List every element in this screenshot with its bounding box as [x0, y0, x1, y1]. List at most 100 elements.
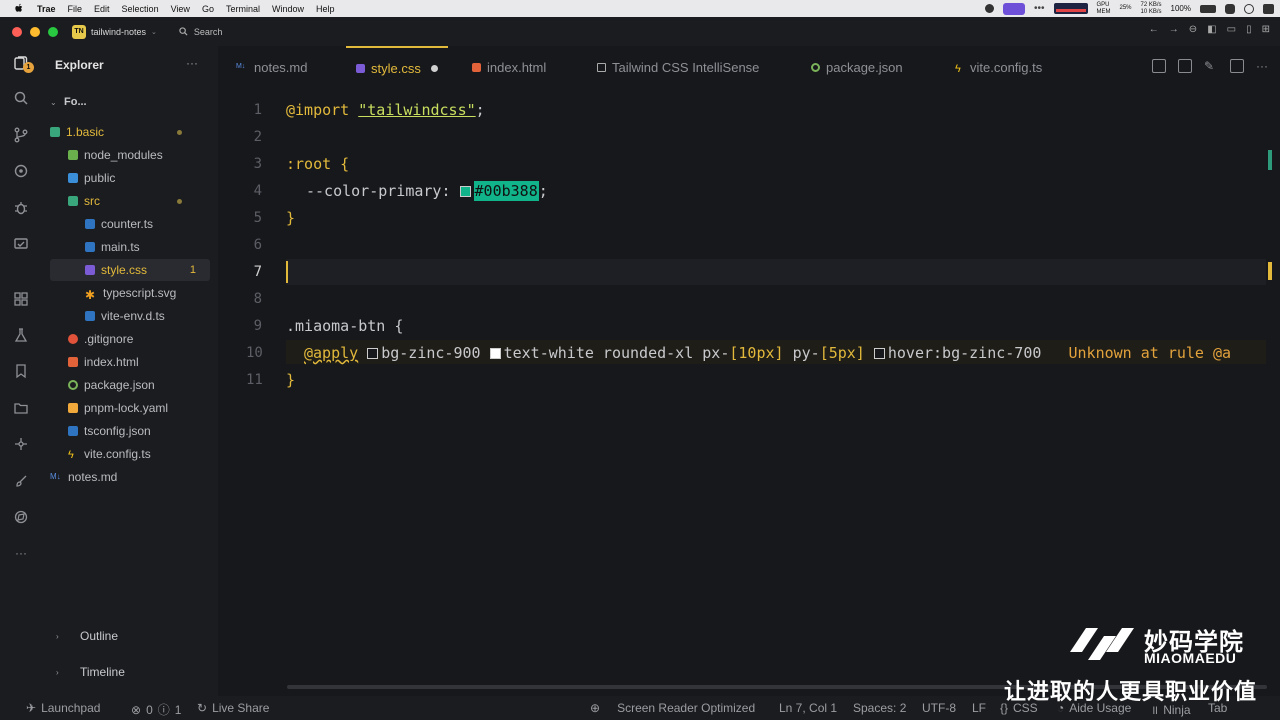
project-badge[interactable]: TN — [72, 24, 86, 39]
bookmark-icon[interactable] — [12, 362, 30, 380]
testing-icon[interactable] — [12, 235, 30, 253]
eol-setting[interactable]: LF — [972, 701, 986, 715]
color-swatch-icon[interactable] — [367, 348, 379, 359]
source-control-icon[interactable] — [12, 126, 30, 144]
menu-file[interactable]: File — [68, 4, 83, 14]
record-icon[interactable] — [984, 4, 994, 13]
command-search[interactable]: Search — [179, 26, 223, 37]
zoom-window-button[interactable] — [48, 26, 58, 37]
color-swatch-icon[interactable] — [873, 348, 885, 359]
search-spotlight-icon[interactable] — [1244, 3, 1254, 14]
tree-item-pnpm-lock[interactable]: pnpm-lock.yaml — [50, 397, 210, 419]
toggle-panel-icon[interactable]: ▭ — [1227, 24, 1236, 35]
launchpad-button[interactable]: ✈ Launchpad — [26, 701, 100, 715]
brush-icon[interactable] — [12, 472, 30, 490]
tab-package-json[interactable]: package.json — [811, 46, 903, 88]
timeline-section[interactable]: › Timeline — [56, 665, 125, 679]
ninja-mode[interactable]: ॥ Ninja — [1151, 701, 1191, 718]
indentation-setting[interactable]: Spaces: 2 — [853, 701, 906, 715]
code-editor[interactable]: 1 2 3 4 5 6 7 8 9 10 11 @import "tailwin… — [218, 88, 1280, 684]
tree-item-notes-md[interactable]: M↓ notes.md — [50, 466, 210, 488]
activity-bar: 1 ··· — [0, 46, 42, 696]
battery-icon[interactable] — [1200, 4, 1216, 13]
edit-icon[interactable]: ✎ — [1204, 59, 1218, 73]
tree-item-package-json[interactable]: package.json — [50, 374, 210, 396]
line-number: 5 — [253, 210, 262, 226]
account-icon[interactable]: ⊖ — [1189, 24, 1197, 35]
menu-window[interactable]: Window — [272, 4, 304, 14]
tree-item-src[interactable]: src — [50, 190, 210, 212]
open-preview-icon[interactable] — [1152, 59, 1166, 73]
more-dots-icon[interactable]: ••• — [1034, 3, 1045, 14]
graph-icon[interactable] — [12, 435, 30, 453]
more-icon[interactable]: ··· — [12, 544, 30, 562]
menu-view[interactable]: View — [171, 4, 190, 14]
unsaved-dot-icon[interactable] — [430, 64, 438, 72]
minimize-window-button[interactable] — [30, 26, 40, 37]
tab-style-css[interactable]: style.css — [346, 46, 448, 88]
tab-notes-md[interactable]: M↓ notes.md — [236, 46, 307, 88]
tree-item-vite-config[interactable]: ϟ vite.config.ts — [50, 443, 210, 465]
layout-icon[interactable]: ⊞ — [1262, 24, 1270, 35]
screen-reader-status[interactable]: ⊕ Screen Reader Optimized — [590, 701, 755, 715]
color-swatch-icon[interactable] — [459, 186, 471, 197]
apple-icon[interactable] — [13, 3, 25, 14]
tree-item-tsconfig[interactable]: tsconfig.json — [50, 420, 210, 442]
folder-icon[interactable] — [12, 399, 30, 417]
split-editor-icon[interactable] — [1230, 59, 1244, 73]
open-changes-icon[interactable] — [1178, 59, 1192, 73]
toggle-aux-sidebar-icon[interactable]: ▯ — [1246, 24, 1252, 35]
more-actions-icon[interactable]: ··· — [186, 56, 198, 70]
toggle-sidebar-icon[interactable]: ◧ — [1207, 24, 1216, 35]
back-arrow-icon[interactable]: ← — [1149, 24, 1159, 35]
menu-app-name[interactable]: Trae — [37, 4, 56, 14]
chevron-down-icon[interactable]: ⌄ — [151, 28, 157, 36]
outline-section[interactable]: › Outline — [56, 629, 118, 643]
menu-terminal[interactable]: Terminal — [226, 4, 260, 14]
folder-open-icon — [50, 127, 60, 137]
tree-root-folder[interactable]: ⌄ Fo... — [50, 91, 210, 113]
tab-vite-config[interactable]: ϟ vite.config.ts — [955, 46, 1042, 88]
extensions-icon[interactable] — [12, 290, 30, 308]
aide-usage[interactable]: ◔ Aide Usage — [1057, 701, 1131, 715]
menu-edit[interactable]: Edit — [94, 4, 110, 14]
debug-icon[interactable] — [12, 199, 30, 217]
color-swatch-icon[interactable] — [489, 348, 501, 359]
menu-go[interactable]: Go — [202, 4, 214, 14]
tree-item-typescript-svg[interactable]: ✱ typescript.svg — [50, 282, 210, 304]
explorer-icon[interactable]: 1 — [12, 54, 34, 73]
search-icon[interactable] — [12, 89, 30, 107]
encoding-setting[interactable]: UTF-8 — [922, 701, 956, 715]
search-label: Search — [193, 26, 223, 37]
tree-item-main-ts[interactable]: main.ts — [50, 236, 210, 258]
compass-icon[interactable] — [12, 508, 30, 526]
tree-item-node-modules[interactable]: node_modules — [50, 144, 210, 166]
html-file-icon — [68, 357, 78, 367]
tree-item-1-basic[interactable]: 1.basic — [50, 121, 210, 143]
tree-item-gitignore[interactable]: .gitignore — [50, 328, 210, 350]
tree-item-style-css[interactable]: style.css 1 — [50, 259, 210, 281]
menu-selection[interactable]: Selection — [122, 4, 159, 14]
live-share-button[interactable]: ↻ Live Share — [197, 701, 269, 715]
control-center-icon[interactable] — [1263, 3, 1274, 14]
tab-tailwind-intellisense[interactable]: Tailwind CSS IntelliSense — [597, 46, 759, 88]
horizontal-scrollbar[interactable] — [287, 685, 1267, 689]
flask-icon[interactable] — [12, 326, 30, 344]
problems-indicator[interactable]: ⊗ 0 ⓘ 1 — [131, 701, 181, 718]
tab-mode[interactable]: Tab — [1208, 701, 1227, 715]
forward-arrow-icon[interactable]: → — [1169, 24, 1179, 35]
clipboard-icon[interactable] — [1225, 3, 1235, 14]
tree-item-counter-ts[interactable]: counter.ts — [50, 213, 210, 235]
tab-index-html[interactable]: index.html — [472, 46, 546, 88]
screen-share-icon[interactable] — [1002, 2, 1025, 15]
close-window-button[interactable] — [12, 26, 22, 37]
remote-explorer-icon[interactable] — [12, 162, 30, 180]
cursor-position[interactable]: Ln 7, Col 1 — [779, 701, 837, 715]
tree-item-index-html[interactable]: index.html — [50, 351, 210, 373]
tree-item-public[interactable]: public — [50, 167, 210, 189]
project-name[interactable]: tailwind-notes — [91, 27, 146, 37]
menu-help[interactable]: Help — [316, 4, 335, 14]
language-mode[interactable]: {} CSS — [1000, 701, 1038, 715]
tree-item-vite-env-dts[interactable]: vite-env.d.ts — [50, 305, 210, 327]
more-actions-icon[interactable]: ··· — [1256, 59, 1270, 73]
